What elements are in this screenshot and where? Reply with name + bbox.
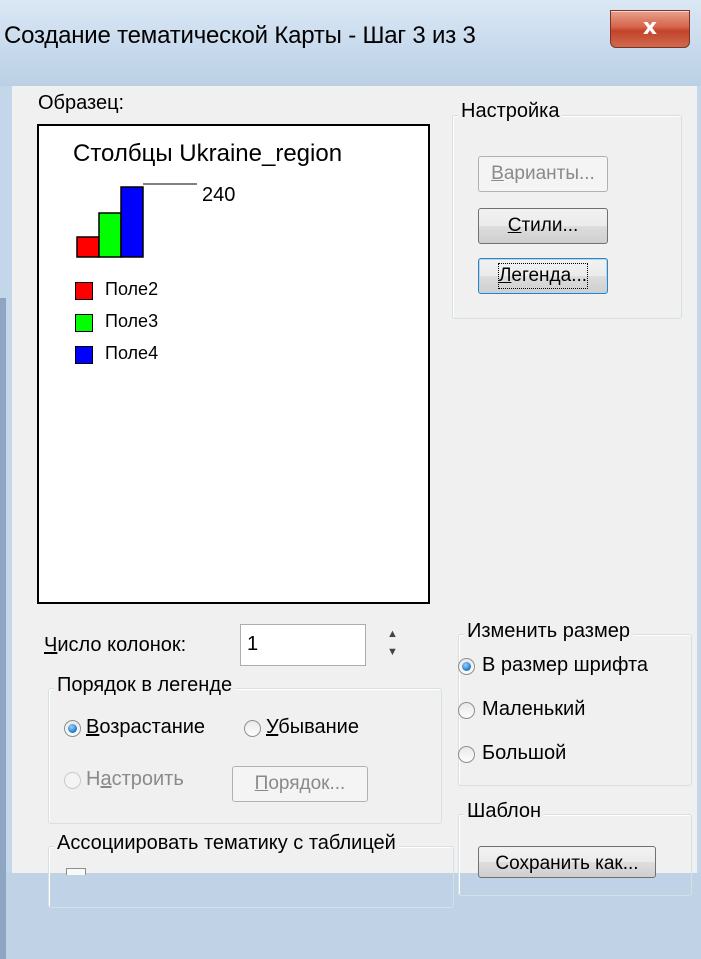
- legend-order-title: Порядок в легенде: [54, 674, 236, 697]
- resize-group-title: Изменить размер: [464, 620, 633, 643]
- associate-group: [48, 846, 454, 908]
- legend-button[interactable]: Легенда...: [478, 258, 608, 294]
- columns-input[interactable]: 1: [240, 624, 366, 666]
- legend-swatch: [75, 346, 93, 364]
- legend-order-group: [48, 688, 442, 824]
- preview-panel: Столбцы Ukraine_region 240 Поле2 Поле3 Пол…: [37, 124, 430, 604]
- variants-button[interactable]: Варианты...: [478, 156, 608, 192]
- associate-checkbox[interactable]: [66, 868, 86, 875]
- resize-font-radio[interactable]: [458, 658, 475, 675]
- window-title: Создание тематической Карты - Шаг 3 из 3: [4, 22, 476, 49]
- order-button[interactable]: Порядок...: [232, 766, 368, 802]
- preview-bar-Поле3: [98, 212, 122, 258]
- ascending-label[interactable]: Возрастание: [86, 716, 205, 739]
- legend-swatch: [75, 282, 93, 300]
- preview-label: Образец:: [38, 92, 125, 114]
- spin-up-icon[interactable]: ▲: [387, 628, 398, 640]
- close-button[interactable]: x: [610, 10, 690, 48]
- window-left-border: [0, 86, 12, 959]
- title-bar: Создание тематической Карты - Шаг 3 из 3…: [0, 0, 701, 87]
- close-icon: x: [642, 15, 658, 40]
- settings-group-title: Настройка: [458, 100, 563, 123]
- save-as-button[interactable]: Сохранить как...: [478, 846, 656, 878]
- resize-small-radio[interactable]: [458, 702, 475, 719]
- bar-value-label: 240: [202, 184, 236, 206]
- custom-order-radio[interactable]: [64, 772, 81, 789]
- legend-label: Поле2: [105, 279, 159, 299]
- preview-bar-chart: [76, 183, 197, 258]
- ascending-radio[interactable]: [64, 720, 81, 737]
- associate-group-title: Ассоциировать тематику с таблицей: [54, 832, 399, 855]
- legend-label: Поле3: [105, 311, 159, 331]
- columns-label: Число колонок:: [44, 634, 187, 656]
- preview-bar-Поле2: [76, 236, 100, 258]
- resize-large-radio[interactable]: [458, 746, 475, 763]
- custom-order-label[interactable]: Настроить: [86, 768, 184, 791]
- descending-label[interactable]: Убывание: [266, 716, 359, 739]
- legend-label: Поле4: [105, 343, 159, 363]
- dialog-body: Образец: Столбцы Ukraine_region 240 Поле…: [12, 86, 697, 908]
- window-right-border: [697, 86, 701, 873]
- resize-small-label[interactable]: Маленький: [482, 698, 585, 721]
- preview-bar-Поле4: [120, 186, 144, 258]
- resize-large-label[interactable]: Большой: [482, 742, 566, 765]
- legend-swatch: [75, 314, 93, 332]
- spin-down-icon[interactable]: ▼: [387, 646, 398, 658]
- template-group-title: Шаблон: [464, 800, 545, 823]
- descending-radio[interactable]: [244, 720, 261, 737]
- styles-button[interactable]: Стили...: [478, 208, 608, 244]
- resize-font-label[interactable]: В размер шрифта: [482, 654, 648, 677]
- columns-spinner[interactable]: ▲ ▼: [382, 626, 404, 664]
